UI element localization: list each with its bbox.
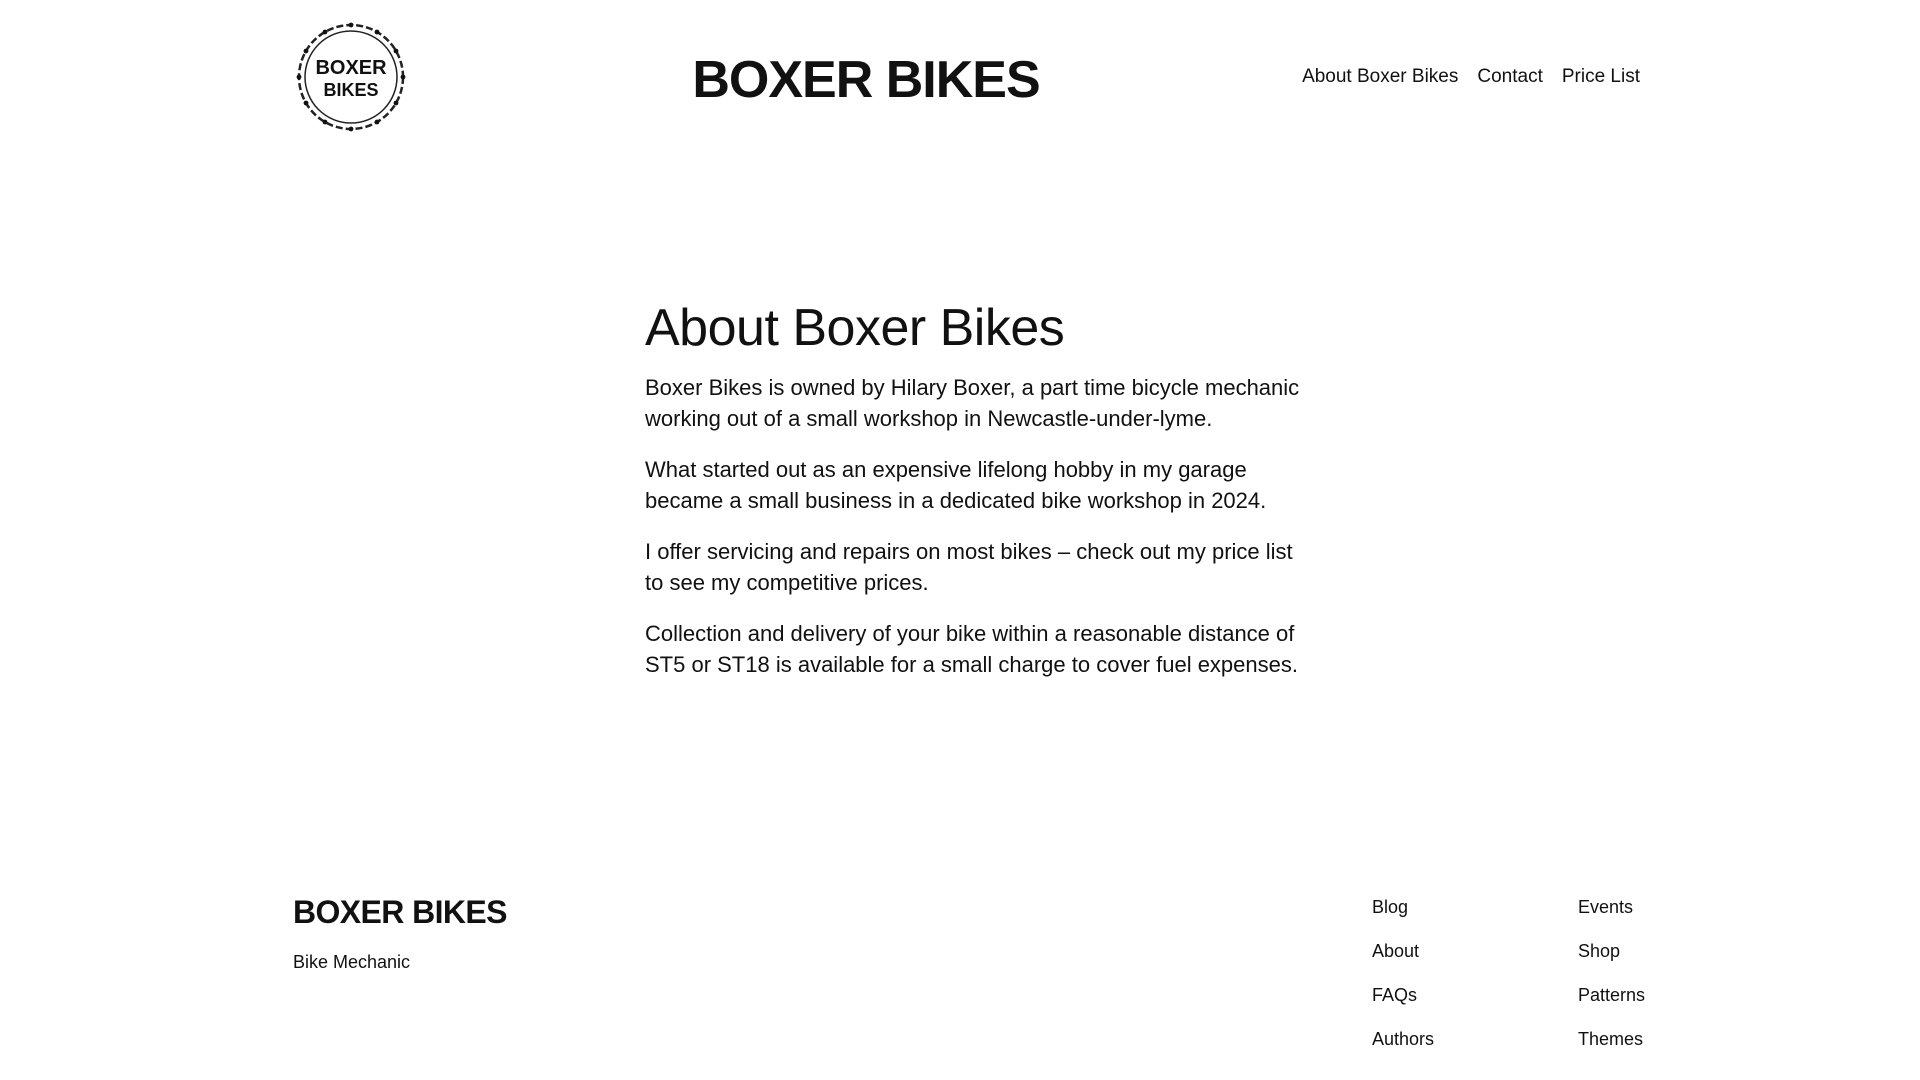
site-footer: BOXER BIKES Bike Mechanic Blog About FAQ… <box>0 880 1920 1080</box>
paragraph-services: I offer servicing and repairs on most bi… <box>645 539 1293 595</box>
footer-link-patterns[interactable]: Patterns <box>1578 984 1645 1006</box>
footer-nav-column-1: Blog About FAQs Authors <box>1372 896 1434 1050</box>
paragraph-delivery: Collection and delivery of your bike wit… <box>645 621 1298 677</box>
footer-link-faqs[interactable]: FAQs <box>1372 984 1434 1006</box>
footer-tagline: Bike Mechanic <box>293 952 411 972</box>
nav-about-link[interactable]: About Boxer Bikes <box>1302 66 1458 88</box>
page-content: About Boxer Bikes Boxer Bikes is owned b… <box>645 296 1305 700</box>
footer-link-shop[interactable]: Shop <box>1578 940 1645 962</box>
paragraph-owner: Boxer Bikes is owned by Hilary Boxer, a … <box>645 375 1300 431</box>
nav-contact-link[interactable]: Contact <box>1477 66 1542 88</box>
footer-link-events[interactable]: Events <box>1578 896 1645 918</box>
main-nav: About Boxer Bikes Contact Price List <box>1302 66 1640 88</box>
footer-link-about[interactable]: About <box>1372 940 1434 962</box>
paragraph-history: What started out as an expensive lifelon… <box>645 457 1267 513</box>
page-title: About Boxer Bikes <box>645 299 1065 357</box>
nav-price-list-link[interactable]: Price List <box>1562 66 1640 88</box>
footer-nav-column-2: Events Shop Patterns Themes <box>1578 896 1645 1050</box>
footer-link-themes[interactable]: Themes <box>1578 1028 1645 1050</box>
footer-link-blog[interactable]: Blog <box>1372 896 1434 918</box>
footer-brand[interactable]: BOXER BIKES <box>293 894 507 931</box>
site-header: BOXER BIKES BOXER BIKES About Boxer Bike… <box>0 0 1920 160</box>
footer-link-authors[interactable]: Authors <box>1372 1028 1434 1050</box>
